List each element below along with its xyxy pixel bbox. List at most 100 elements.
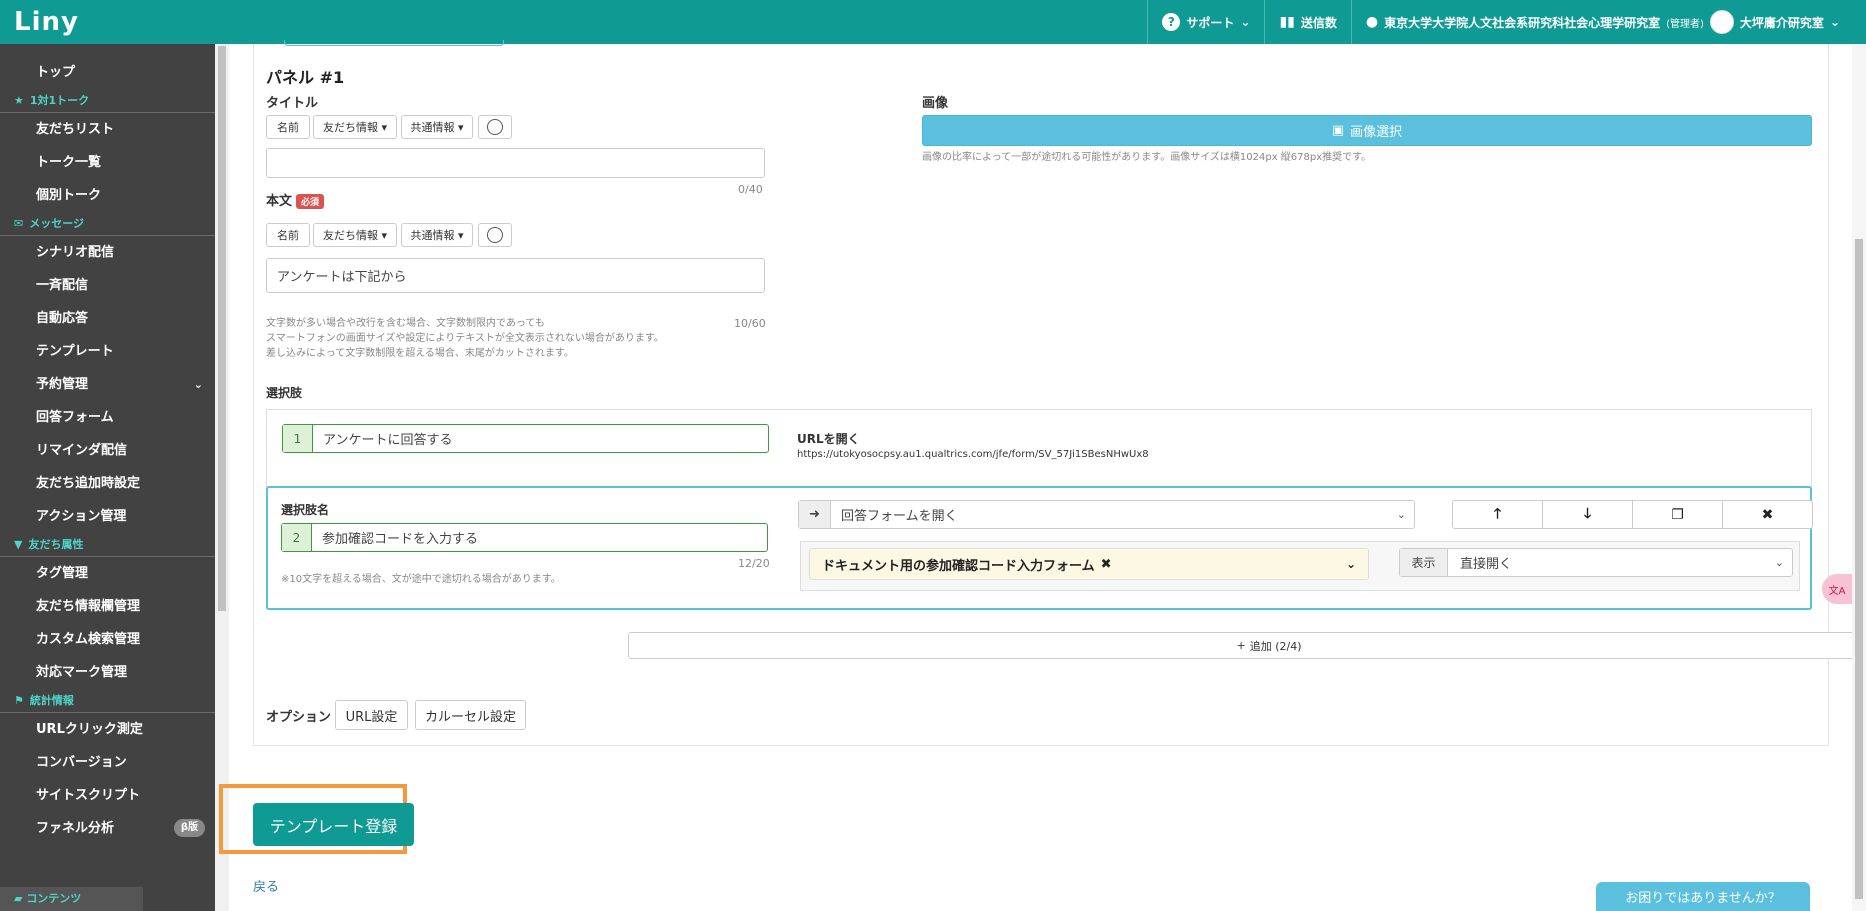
choice-name-note: ※10文字を超える場合、文が途中で途切れる場合があります。 [281,574,561,585]
body-char-count: 10/60 [734,317,766,330]
sidebar-scroll-thumb[interactable] [218,46,226,611]
sidebar-item-friend-add-settings[interactable]: 友だち追加時設定 [0,467,215,500]
sidebar-item-friend-list[interactable]: 友だちリスト [0,113,215,146]
sidebar-item-reminder[interactable]: リマインダ配信 [0,434,215,467]
close-icon: ✖ [1761,506,1774,523]
choice-1-action-title: URLを開く [797,432,860,446]
bar-chart-icon: ▮▮ [1279,14,1295,30]
title-input[interactable] [266,148,765,178]
sidebar-item-friend-info-mgmt[interactable]: 友だち情報欄管理 [0,590,215,623]
remove-icon[interactable]: ✖ [1101,557,1112,572]
account-menu[interactable]: ● 東京大学大学院人文社会系研究科社会心理学研究室 (管理者) 大坪庸介研究室 … [1350,0,1866,44]
sidebar-item-mark-mgmt[interactable]: 対応マーク管理 [0,656,215,689]
chevron-down-icon: ⌄ [193,378,203,391]
folder-icon: ▰ [14,892,23,905]
sidebar: トップ ★ 1対1トーク 友だちリスト トーク一覧 個別トーク ✉ メッセージ シナ… [0,44,215,911]
add-choice-button[interactable]: + 追加 (2/4) [628,632,1866,659]
sidebar-item-site-script[interactable]: サイトスクリプト [0,779,215,812]
translate-icon[interactable]: 文A [1822,574,1852,604]
form-settings-row: ドキュメント用の参加確認コード入力フォーム ✖ ⌄ 表示 直接開く ⌄ [800,541,1800,591]
carousel-settings-button[interactable]: カルーセル設定 [415,700,526,730]
delete-button[interactable]: ✖ [1722,500,1813,529]
chevron-down-icon: ⌄ [1829,15,1840,29]
body-textarea[interactable]: アンケートは下記から [266,258,765,293]
sidebar-item-talk-list[interactable]: トーク一覧 [0,146,215,179]
sidebar-item-conversion[interactable]: コンバージョン [0,746,215,779]
insert-friend-info-button[interactable]: 友だち情報 ▾ [313,223,397,247]
choice-name-label: 選択肢名 [281,503,330,517]
main-scrollbar[interactable] [1852,44,1866,911]
choice-2-action-select[interactable]: ➜ 回答フォームを開く ⌄ [798,500,1415,529]
sidebar-item-url-click[interactable]: URLクリック測定 [0,713,215,746]
chevron-down-icon: ⌄ [1396,508,1406,521]
image-note: 画像の比率によって一部が途切れる可能性があります。画像サイズは横1024px 縦… [922,152,1372,163]
sidebar-item-template[interactable]: テンプレート [0,335,215,368]
choice-2-card: 選択肢名 2 参加確認コードを入力する 12/20 ※10文字を超える場合、文が… [266,486,1813,610]
sidebar-section-message: ✉ メッセージ [0,212,215,236]
megaphone-icon: ✉ [14,216,24,230]
form-select[interactable]: ドキュメント用の参加確認コード入力フォーム ✖ ⌄ [809,548,1369,580]
insert-name-button[interactable]: 名前 [266,223,310,247]
title-label: タイトル [266,96,319,111]
sidebar-section-content[interactable]: ▰ コンテンツ [0,887,143,911]
copy-button[interactable]: ❐ [1632,500,1723,529]
sidebar-item-custom-search[interactable]: カスタム検索管理 [0,623,215,656]
sidebar-item-answer-form[interactable]: 回答フォーム [0,401,215,434]
choice-1-url[interactable]: https://utokyosocpsy.au1.qualtrics.com/j… [797,449,1149,460]
smile-icon [487,119,503,135]
help-chat-button[interactable]: お困りではありませんか？ [1596,882,1810,911]
move-down-button[interactable]: 🡓 [1542,500,1633,529]
sidebar-item-action-mgmt[interactable]: アクション管理 [0,500,215,533]
display-mode-select[interactable]: 表示 直接開く ⌄ [1399,548,1793,577]
support-menu[interactable]: ? サポート ⌄ [1147,0,1264,44]
image-select-button[interactable]: ▣ 画像選択 [922,115,1812,146]
sidebar-item-tag-mgmt[interactable]: タグ管理 [0,557,215,590]
sidebar-item-reservation[interactable]: 予約管理 ⌄ [0,368,215,401]
main-content: パネル #1 タイトル 名前 友だち情報 ▾ 共通情報 ▾ 0/40 本文 必須 … [219,40,1866,911]
choices-label: 選択肢 [266,386,303,400]
image-icon: ▣ [1331,123,1345,138]
sidebar-section-talk: ★ 1対1トーク [0,89,215,113]
url-settings-button[interactable]: URL設定 [335,700,408,730]
emoji-button[interactable] [478,115,512,139]
body-note: 文字数が多い場合や改行を含む場合、文字数制限内であっても スマートフォンの画面サ… [266,318,664,359]
arrow-right-icon: ➜ [799,501,831,528]
sidebar-item-scenario[interactable]: シナリオ配信 [0,236,215,269]
sidebar-item-individual-talk[interactable]: 個別トーク [0,179,215,212]
choice-2-char-count: 12/20 [738,557,770,570]
move-up-button[interactable]: 🡑 [1452,500,1543,529]
insert-common-info-button[interactable]: 共通情報 ▾ [401,115,473,139]
main-scroll-thumb[interactable] [1855,239,1863,899]
sidebar-item-broadcast[interactable]: 一斉配信 [0,269,215,302]
send-count-link[interactable]: ▮▮ 送信数 [1264,0,1350,44]
arrow-up-icon: 🡑 [1493,505,1502,522]
arrow-down-icon: 🡓 [1583,505,1592,522]
image-label: 画像 [922,96,949,111]
plus-icon: + [1236,639,1246,652]
sidebar-item-funnel[interactable]: ファネル分析 β版 [0,812,215,845]
template-register-button[interactable]: テンプレート登録 [253,803,414,846]
emoji-button[interactable] [478,223,512,247]
top-bar: Liny ? サポート ⌄ ▮▮ 送信数 ● 東京大学大学院人文社会系研究科社会… [0,0,1866,44]
sidebar-item-auto-reply[interactable]: 自動応答 [0,302,215,335]
back-link[interactable]: 戻る [253,876,279,895]
flag-icon: ⚑ [14,693,24,707]
copy-icon: ❐ [1671,506,1684,523]
chevron-down-icon: ⌄ [1774,556,1784,569]
choice-2-name-input[interactable]: 2 参加確認コードを入力する [281,523,768,552]
insert-friend-info-button[interactable]: 友だち情報 ▾ [313,115,397,139]
question-icon: ? [1162,13,1181,31]
insert-common-info-button[interactable]: 共通情報 ▾ [401,223,473,247]
choice-1-name-input[interactable]: 1 アンケートに回答する [282,424,769,453]
sidebar-scrollbar[interactable] [215,44,229,911]
liny-logo[interactable]: Liny [0,7,215,37]
sidebar-section-friend-attr: ▼ 友だち属性 [0,533,215,557]
insert-name-button[interactable]: 名前 [266,115,310,139]
panel-tab-edge [284,40,504,46]
body-label: 本文 必須 [266,190,325,209]
sidebar-item-top[interactable]: トップ [0,56,215,89]
smile-icon [487,227,503,243]
required-badge: 必須 [296,194,325,209]
panel-title: パネル #1 [266,68,345,87]
avatar [1709,10,1734,34]
